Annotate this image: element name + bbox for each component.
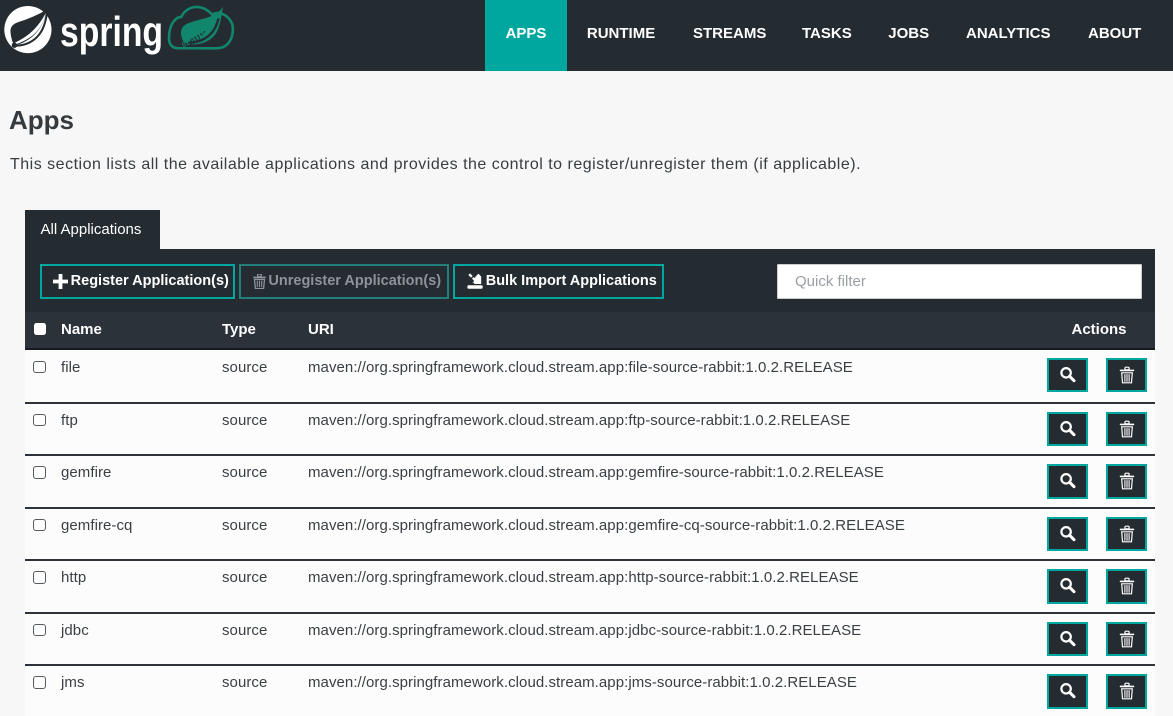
- svg-text:spring: spring: [60, 8, 163, 55]
